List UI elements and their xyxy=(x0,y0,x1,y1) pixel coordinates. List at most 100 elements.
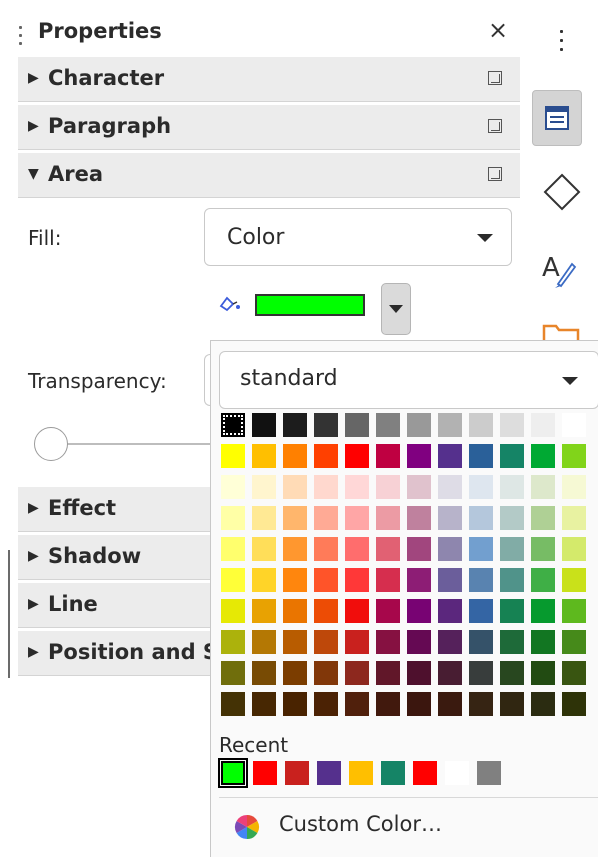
color-swatch[interactable] xyxy=(376,568,400,592)
color-swatch[interactable] xyxy=(562,568,586,592)
color-swatch[interactable] xyxy=(283,413,307,437)
color-swatch[interactable] xyxy=(500,506,524,530)
recent-color-swatch[interactable] xyxy=(285,761,309,785)
section-position-size[interactable]: ▶ Position and Size xyxy=(18,631,210,676)
section-effect[interactable]: ▶ Effect xyxy=(18,487,210,532)
color-swatch[interactable] xyxy=(562,506,586,530)
color-swatch[interactable] xyxy=(407,506,431,530)
color-swatch[interactable] xyxy=(500,568,524,592)
color-swatch[interactable] xyxy=(376,444,400,468)
color-swatch[interactable] xyxy=(221,630,245,654)
color-swatch[interactable] xyxy=(562,475,586,499)
color-swatch[interactable] xyxy=(345,661,369,685)
color-swatch[interactable] xyxy=(438,537,462,561)
color-swatch[interactable] xyxy=(283,630,307,654)
color-swatch[interactable] xyxy=(438,413,462,437)
color-swatch[interactable] xyxy=(500,444,524,468)
color-swatch[interactable] xyxy=(438,630,462,654)
color-swatch[interactable] xyxy=(376,630,400,654)
color-swatch[interactable] xyxy=(314,444,338,468)
color-swatch[interactable] xyxy=(252,692,276,716)
recent-color-swatch[interactable] xyxy=(413,761,437,785)
color-swatch[interactable] xyxy=(376,413,400,437)
color-swatch[interactable] xyxy=(345,506,369,530)
color-swatch[interactable] xyxy=(407,630,431,654)
color-swatch[interactable] xyxy=(314,692,338,716)
color-swatch[interactable] xyxy=(407,599,431,623)
recent-color-swatch[interactable] xyxy=(218,758,248,788)
color-swatch[interactable] xyxy=(314,413,338,437)
color-swatch[interactable] xyxy=(221,568,245,592)
color-swatch[interactable] xyxy=(221,537,245,561)
color-swatch[interactable] xyxy=(407,692,431,716)
color-swatch[interactable] xyxy=(500,661,524,685)
color-swatch[interactable] xyxy=(376,661,400,685)
color-swatch[interactable] xyxy=(407,475,431,499)
color-swatch[interactable] xyxy=(252,537,276,561)
color-swatch[interactable] xyxy=(531,475,555,499)
color-swatch[interactable] xyxy=(221,413,245,437)
color-swatch[interactable] xyxy=(469,661,493,685)
color-swatch[interactable] xyxy=(500,599,524,623)
color-swatch[interactable] xyxy=(531,568,555,592)
color-swatch[interactable] xyxy=(345,630,369,654)
color-swatch[interactable] xyxy=(345,692,369,716)
color-swatch[interactable] xyxy=(469,506,493,530)
color-swatch[interactable] xyxy=(562,661,586,685)
color-swatch[interactable] xyxy=(221,661,245,685)
color-swatch[interactable] xyxy=(469,475,493,499)
color-swatch[interactable] xyxy=(376,506,400,530)
transparency-slider-knob[interactable] xyxy=(34,427,68,461)
color-swatch[interactable] xyxy=(531,444,555,468)
color-swatch[interactable] xyxy=(438,475,462,499)
color-swatch[interactable] xyxy=(283,506,307,530)
color-swatch[interactable] xyxy=(500,692,524,716)
fill-type-dropdown[interactable]: Color xyxy=(204,208,512,266)
color-swatch[interactable] xyxy=(438,568,462,592)
section-paragraph[interactable]: ▶ Paragraph xyxy=(18,105,520,150)
transparency-slider-track[interactable] xyxy=(50,443,210,445)
color-swatch[interactable] xyxy=(531,661,555,685)
close-icon[interactable]: × xyxy=(488,16,508,44)
grip-icon[interactable] xyxy=(19,26,22,50)
color-swatch[interactable] xyxy=(252,630,276,654)
color-swatch[interactable] xyxy=(531,413,555,437)
color-swatch[interactable] xyxy=(407,537,431,561)
color-swatch[interactable] xyxy=(283,568,307,592)
sidebar-splitter[interactable] xyxy=(8,550,10,678)
color-swatch[interactable] xyxy=(407,444,431,468)
color-swatch[interactable] xyxy=(500,475,524,499)
color-swatch[interactable] xyxy=(314,630,338,654)
color-swatch[interactable] xyxy=(376,475,400,499)
color-swatch[interactable] xyxy=(345,413,369,437)
color-swatch[interactable] xyxy=(345,444,369,468)
fill-color-button[interactable] xyxy=(215,290,375,324)
color-swatch[interactable] xyxy=(376,692,400,716)
recent-color-swatch[interactable] xyxy=(317,761,341,785)
color-swatch[interactable] xyxy=(407,568,431,592)
section-area[interactable]: ▼ Area xyxy=(18,153,520,198)
color-swatch[interactable] xyxy=(531,630,555,654)
gallery-folder-icon[interactable] xyxy=(542,322,580,342)
color-dropdown-button[interactable] xyxy=(381,283,411,335)
color-swatch[interactable] xyxy=(252,599,276,623)
color-swatch[interactable] xyxy=(500,537,524,561)
color-swatch[interactable] xyxy=(221,599,245,623)
color-swatch[interactable] xyxy=(438,599,462,623)
color-swatch[interactable] xyxy=(283,537,307,561)
section-line[interactable]: ▶ Line xyxy=(18,583,210,628)
color-swatch[interactable] xyxy=(469,413,493,437)
color-swatch[interactable] xyxy=(469,630,493,654)
color-swatch[interactable] xyxy=(283,475,307,499)
color-swatch[interactable] xyxy=(469,692,493,716)
more-options-icon[interactable] xyxy=(488,167,502,181)
color-swatch[interactable] xyxy=(221,444,245,468)
recent-color-swatch[interactable] xyxy=(477,761,501,785)
color-swatch[interactable] xyxy=(252,661,276,685)
color-swatch[interactable] xyxy=(345,599,369,623)
color-swatch[interactable] xyxy=(314,661,338,685)
color-swatch[interactable] xyxy=(314,599,338,623)
color-swatch[interactable] xyxy=(531,506,555,530)
color-swatch[interactable] xyxy=(531,537,555,561)
recent-color-swatch[interactable] xyxy=(381,761,405,785)
